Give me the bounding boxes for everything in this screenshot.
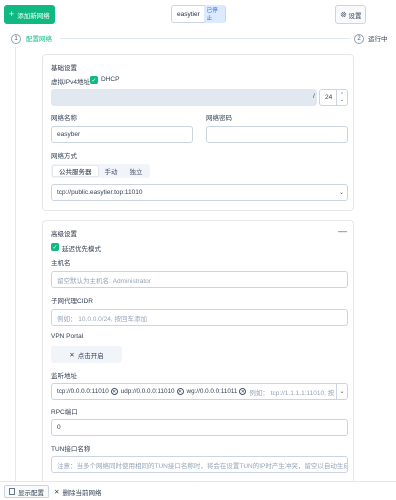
- hostname-label: 主机名: [51, 260, 71, 267]
- vpn-portal-button-label: 点击开启: [77, 352, 104, 360]
- prefix-separator: /: [313, 93, 315, 100]
- top-toolbar: + 添加新网络 easytier 已停止 设置: [0, 0, 396, 30]
- chevron-down-icon[interactable]: ⌄: [336, 185, 347, 200]
- add-network-button[interactable]: + 添加新网络: [4, 5, 55, 24]
- remove-icon[interactable]: ✕: [239, 388, 247, 395]
- latency-first-label: 延迟优先模式: [62, 246, 101, 253]
- remove-icon[interactable]: ✕: [110, 388, 118, 395]
- gear-icon: [340, 11, 346, 18]
- rpc-port-value: 0: [57, 424, 61, 431]
- proxy-cidr-input[interactable]: 例如： 10.0.0.0/24, 按回车添加: [51, 309, 348, 326]
- prefix-length-input[interactable]: 24 ⌃ ⌄: [319, 89, 348, 106]
- listener-chip: udp://0.0.0.0:11010 ✕: [121, 388, 184, 395]
- listener-placeholder: 例如： tcp://1.1.1.1:11010, 按: [249, 389, 335, 397]
- dhcp-label: DHCP: [101, 76, 120, 83]
- advanced-settings-title: 高级设置: [51, 231, 77, 238]
- public-server-input[interactable]: tcp://public.easytier.top:11010 ⌄: [51, 184, 348, 201]
- stepper: 1 配置网络 2 运行中: [0, 31, 396, 47]
- listener-chip-label: tcp://0.0.0.0:11010: [57, 388, 109, 395]
- network-mode-selector: 公共服务器 手动 独立: [51, 164, 150, 178]
- minus-icon[interactable]: —: [338, 226, 347, 236]
- rpc-port-input[interactable]: 0: [51, 419, 348, 436]
- listener-chip: tcp://0.0.0.0:11010 ✕: [57, 388, 118, 395]
- close-icon: ✕: [54, 488, 60, 496]
- prefix-length-value: 24: [325, 94, 333, 101]
- listener-chip: wg://0.0.0.0:11011 ✕: [187, 388, 247, 395]
- file-icon: [9, 488, 15, 495]
- network-secret-label: 网络密码: [206, 115, 232, 122]
- network-selector[interactable]: easytier 已停止: [171, 5, 226, 23]
- remove-icon[interactable]: ✕: [176, 388, 184, 395]
- mode-standalone[interactable]: 独立: [124, 165, 149, 177]
- bottom-toolbar: 显示配置 ✕ 删除当前网络: [0, 481, 396, 500]
- step-1-label: 配置网络: [26, 36, 52, 43]
- status-badge: 已停止: [203, 5, 225, 23]
- advanced-settings-card: 高级设置 — ✓ 延迟优先模式 主机名 留空默认为主机名: Administra…: [42, 220, 354, 485]
- latency-first-checkbox[interactable]: ✓: [51, 243, 59, 251]
- public-server-value: tcp://public.easytier.top:11010: [57, 189, 143, 196]
- tun-name-placeholder: 注意：当多个网络同时使用相同的TUN接口名称时，将会在设置TUN的IP时产生冲突…: [57, 462, 348, 470]
- delete-network-label: 删除当前网络: [62, 489, 102, 497]
- dhcp-checkbox[interactable]: ✓: [90, 76, 98, 84]
- listener-label: 监听地址: [51, 373, 77, 380]
- hostname-input[interactable]: 留空默认为主机名: Administrator: [51, 271, 348, 288]
- network-name: easytier: [177, 10, 200, 18]
- hostname-placeholder: 留空默认为主机名: Administrator: [57, 277, 151, 285]
- network-name-label: 网络名称: [51, 115, 77, 122]
- tun-name-input[interactable]: 注意：当多个网络同时使用相同的TUN接口名称时，将会在设置TUN的IP时产生冲突…: [51, 456, 348, 473]
- rpc-port-label: RPC端口: [51, 409, 78, 416]
- network-secret-input[interactable]: [206, 126, 348, 143]
- add-network-label: 添加新网络: [17, 12, 50, 20]
- proxy-cidr-placeholder: 例如： 10.0.0.0/24, 按回车添加: [57, 315, 147, 323]
- settings-button[interactable]: 设置: [335, 5, 366, 24]
- mode-manual[interactable]: 手动: [99, 165, 124, 177]
- listener-input[interactable]: tcp://0.0.0.0:11010 ✕ udp://0.0.0.0:1101…: [51, 383, 348, 400]
- basic-settings-card: 基础设置 虚拟IPv4地址 ✓ DHCP / 24 ⌃ ⌄ 网络名称 easybe…: [42, 54, 354, 211]
- tun-name-label: TUN接口名称: [51, 446, 91, 453]
- listener-chip-label: udp://0.0.0.0:11010: [120, 388, 175, 395]
- step-2-number: 2: [354, 34, 364, 44]
- show-config-button[interactable]: 显示配置: [4, 485, 49, 498]
- vpn-portal-toggle-button[interactable]: ✕ 点击开启: [51, 346, 122, 363]
- close-icon: ✕: [69, 351, 75, 359]
- network-mode-label: 网络方式: [51, 153, 77, 160]
- step-2-label: 运行中: [368, 36, 388, 43]
- delete-network-button[interactable]: ✕ 删除当前网络: [54, 485, 101, 498]
- chevron-down-icon[interactable]: ⌄: [336, 384, 347, 399]
- plus-icon: +: [9, 9, 15, 19]
- ipv4-input[interactable]: [51, 89, 317, 106]
- spinner-arrows-icon[interactable]: ⌃ ⌄: [336, 90, 347, 105]
- step-connector: [60, 38, 350, 39]
- network-name-value: easyber: [57, 131, 81, 138]
- vpn-portal-label: VPN Portal: [51, 333, 84, 340]
- basic-settings-title: 基础设置: [51, 65, 77, 72]
- step-progress-line: [15, 47, 16, 485]
- proxy-cidr-label: 子网代理CIDR: [51, 298, 93, 305]
- settings-label: 设置: [348, 12, 362, 20]
- ipv4-label: 虚拟IPv4地址: [51, 79, 91, 86]
- show-config-label: 显示配置: [18, 489, 44, 497]
- listener-chip-label: wg://0.0.0.0:11011: [186, 388, 238, 395]
- network-name-input[interactable]: easyber: [51, 126, 193, 143]
- step-1-number: 1: [11, 34, 21, 44]
- mode-public-server[interactable]: 公共服务器: [52, 165, 99, 177]
